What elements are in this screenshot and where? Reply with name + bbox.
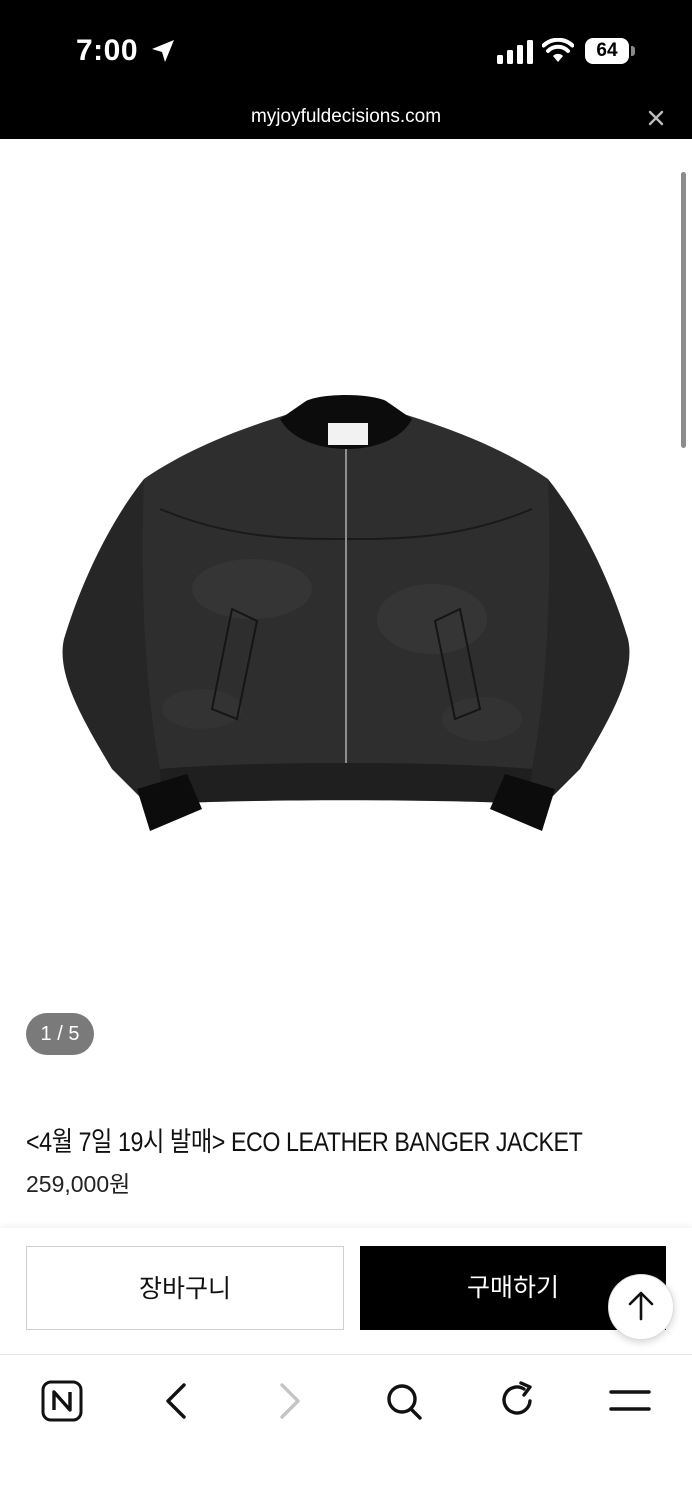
naver-home-button[interactable] <box>34 1375 90 1431</box>
product-image <box>62 395 630 831</box>
product-title: <4월 7일 19시 발매> ECO LEATHER BANGER JACKET <box>26 1127 583 1157</box>
refresh-button[interactable] <box>490 1375 546 1431</box>
arrow-up-icon <box>628 1291 654 1321</box>
scroll-to-top-button[interactable] <box>608 1274 674 1340</box>
wifi-icon <box>542 38 574 62</box>
battery-icon: 64 <box>585 38 635 64</box>
battery-tip <box>631 46 635 56</box>
menu-button[interactable] <box>602 1375 658 1431</box>
status-time: 7:00 <box>76 34 139 67</box>
image-counter-badge: 1 / 5 <box>26 1013 94 1055</box>
product-price: 259,000원 <box>26 1171 131 1197</box>
cellular-signal-icon <box>497 40 533 64</box>
address-bar-url[interactable]: myjoyfuldecisions.com <box>0 106 692 128</box>
browser-bottom-toolbar <box>0 1354 692 1501</box>
back-button[interactable] <box>148 1375 204 1431</box>
naver-home-icon <box>41 1380 83 1422</box>
close-icon[interactable] <box>646 108 666 128</box>
search-button[interactable] <box>376 1375 432 1431</box>
back-icon <box>166 1383 186 1419</box>
add-to-cart-button[interactable]: 장바구니 <box>26 1246 344 1330</box>
forward-button[interactable] <box>262 1375 318 1431</box>
search-icon <box>387 1384 422 1420</box>
battery-level: 64 <box>596 40 618 61</box>
forward-icon <box>280 1383 300 1419</box>
location-arrow-icon <box>152 40 174 62</box>
status-and-address-bar: 7:00 64 myjoyfuldecisions.com <box>0 0 692 139</box>
purchase-action-bar: 장바구니 구매하기 <box>0 1228 692 1354</box>
product-image-carousel[interactable] <box>0 139 692 1089</box>
menu-icon <box>609 1390 651 1411</box>
refresh-icon <box>502 1381 532 1415</box>
